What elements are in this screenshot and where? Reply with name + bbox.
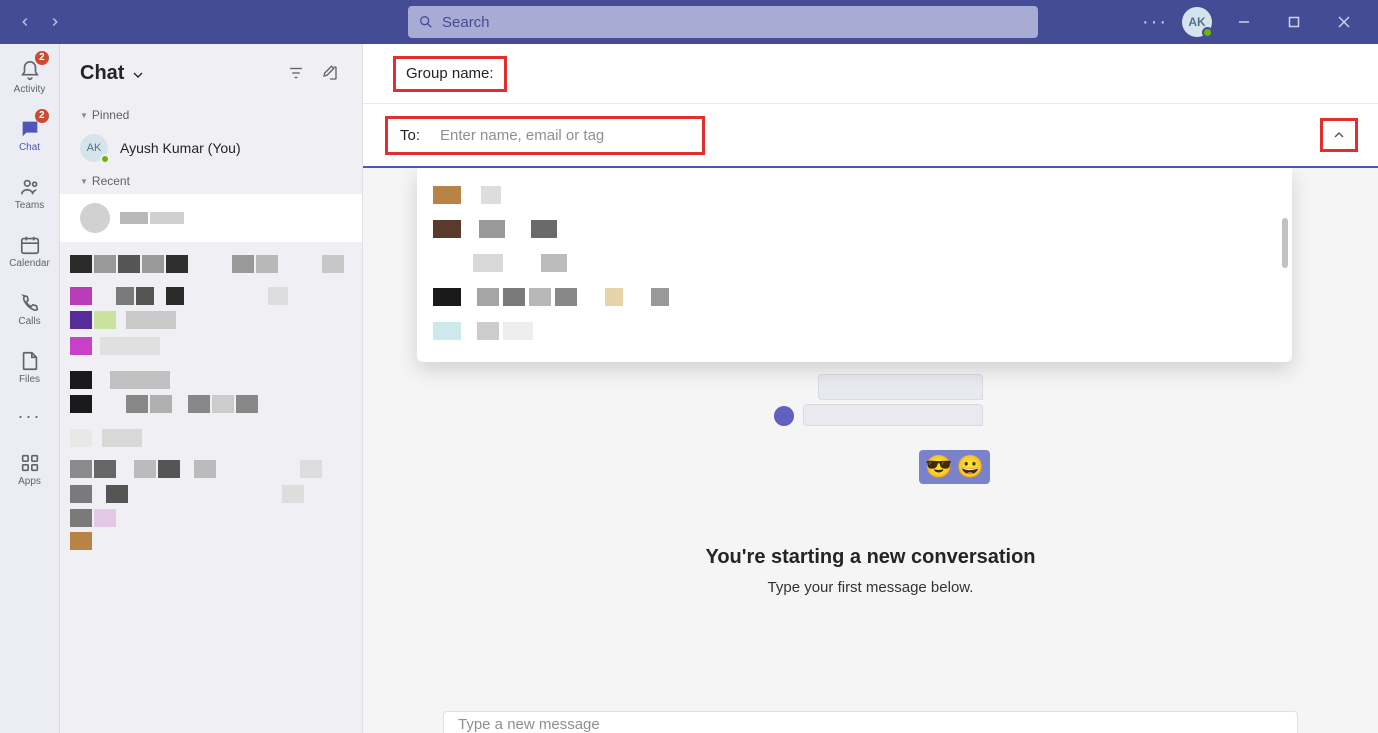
pinned-section[interactable]: ▼Pinned — [60, 102, 362, 128]
recent-section[interactable]: ▼Recent — [60, 168, 362, 194]
group-name-row: Group name: — [363, 44, 1378, 104]
collapse-to-highlight — [1320, 118, 1358, 152]
compose-placeholder: Type a new message — [458, 716, 600, 733]
titlebar-right: ··· AK — [1142, 7, 1362, 37]
search-icon — [418, 14, 434, 30]
list-item[interactable] — [433, 178, 1276, 212]
maximize-button[interactable] — [1276, 7, 1312, 37]
avatar — [80, 203, 110, 233]
message-preview — [803, 374, 983, 426]
rail-activity[interactable]: Activity 2 — [0, 50, 60, 104]
list-item[interactable] — [60, 286, 362, 330]
list-item[interactable] — [60, 362, 362, 422]
avatar-initials: AK — [1188, 15, 1205, 29]
rail-label: Activity — [14, 84, 46, 95]
rail-teams[interactable]: Teams — [0, 166, 60, 220]
message-bubble — [818, 374, 983, 400]
calendar-icon — [19, 234, 41, 256]
list-item[interactable] — [60, 242, 362, 286]
apps-icon — [19, 452, 41, 474]
rail-more[interactable]: ··· — [0, 398, 60, 434]
new-chat-content: Group name: To: Enter name, email or tag — [363, 44, 1378, 733]
content-body: 😎 😀 You're starting a new conversation T… — [363, 168, 1378, 733]
list-item[interactable] — [433, 280, 1276, 314]
group-name-highlight: Group name: — [393, 56, 507, 92]
user-avatar[interactable]: AK — [1182, 7, 1212, 37]
to-row: To: Enter name, email or tag — [363, 104, 1378, 168]
emoji-grin: 😀 — [957, 454, 984, 480]
list-item[interactable] — [60, 330, 362, 362]
files-icon — [19, 350, 41, 372]
minimize-button[interactable] — [1226, 7, 1262, 37]
search-placeholder: Search — [442, 14, 490, 31]
rail-label: Calls — [18, 316, 40, 327]
emoji-sunglasses: 😎 — [925, 454, 952, 480]
rail-label: Chat — [19, 142, 40, 153]
message-bubble — [803, 404, 983, 426]
filter-button[interactable] — [284, 61, 308, 85]
rail-label: Files — [19, 374, 40, 385]
more-options-button[interactable]: ··· — [1142, 11, 1168, 34]
to-placeholder[interactable]: Enter name, email or tag — [440, 127, 604, 144]
list-item[interactable] — [60, 194, 362, 242]
nav-arrows — [12, 9, 68, 35]
search-box[interactable]: Search — [408, 6, 1038, 38]
collapse-button[interactable] — [1331, 127, 1347, 143]
rail-files[interactable]: Files — [0, 340, 60, 394]
rail-label: Calendar — [9, 258, 50, 269]
list-item[interactable] — [433, 212, 1276, 246]
reaction-strip: 😎 😀 — [919, 450, 990, 484]
chevron-down-icon[interactable] — [130, 67, 146, 83]
rail-calls[interactable]: Calls — [0, 282, 60, 336]
app-rail: Activity 2 Chat 2 Teams Calendar Calls F… — [0, 44, 60, 733]
avatar — [774, 406, 794, 426]
avatar: AK — [80, 134, 108, 162]
to-field-highlight: To: Enter name, email or tag — [385, 116, 705, 155]
to-label: To: — [400, 127, 420, 144]
compose-box[interactable]: Type a new message — [443, 711, 1298, 733]
chat-list-header: Chat — [60, 44, 362, 102]
rail-chat[interactable]: Chat 2 — [0, 108, 60, 162]
rail-label: Teams — [15, 200, 44, 211]
more-icon: ··· — [18, 406, 42, 427]
people-suggestion-dropdown[interactable] — [417, 168, 1292, 362]
start-heading: You're starting a new conversation — [363, 546, 1378, 569]
group-name-label: Group name: — [406, 65, 494, 82]
chat-badge: 2 — [35, 109, 49, 123]
chat-name: Ayush Kumar (You) — [120, 140, 241, 156]
phone-icon — [19, 292, 41, 314]
rail-calendar[interactable]: Calendar — [0, 224, 60, 278]
back-button[interactable] — [12, 9, 38, 35]
chevron-up-icon — [1331, 127, 1347, 143]
start-conversation-text: You're starting a new conversation Type … — [363, 546, 1378, 596]
list-item[interactable] — [433, 314, 1276, 348]
chat-list-panel: Chat ▼Pinned AK Ayush Kumar (You) ▼Recen… — [60, 44, 363, 733]
title-bar: Search ··· AK — [0, 0, 1378, 44]
new-chat-button[interactable] — [318, 61, 342, 85]
list-item[interactable] — [60, 484, 362, 528]
teams-icon — [19, 176, 41, 198]
list-item[interactable] — [433, 246, 1276, 280]
activity-badge: 2 — [35, 51, 49, 65]
list-item[interactable] — [60, 454, 362, 484]
list-item[interactable] — [60, 528, 362, 554]
forward-button[interactable] — [42, 9, 68, 35]
presence-indicator — [1202, 27, 1213, 38]
scrollbar[interactable] — [1282, 218, 1288, 268]
chat-list-title: Chat — [80, 62, 124, 85]
presence-dot — [100, 154, 110, 164]
close-button[interactable] — [1326, 7, 1362, 37]
start-sub: Type your first message below. — [363, 579, 1378, 596]
list-item[interactable] — [60, 422, 362, 454]
pinned-self-chat[interactable]: AK Ayush Kumar (You) — [60, 128, 362, 168]
rail-apps[interactable]: Apps — [0, 442, 60, 496]
rail-label: Apps — [18, 476, 41, 487]
